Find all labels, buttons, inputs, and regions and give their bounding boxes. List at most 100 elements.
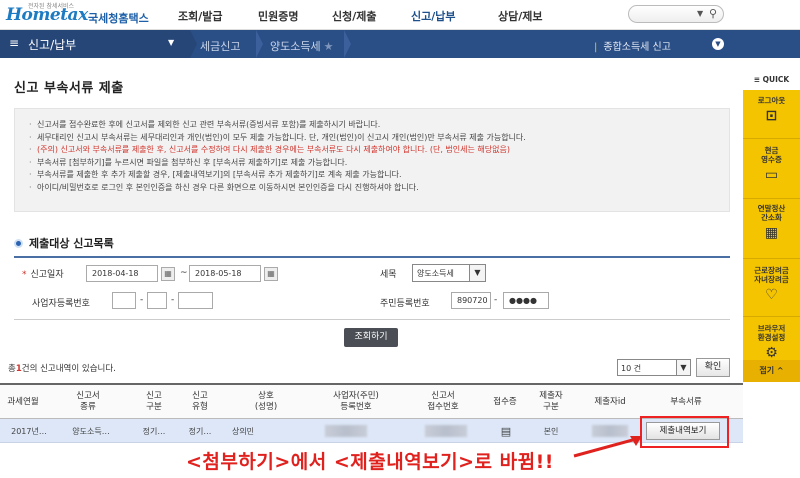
tax-select-value: 양도소득세 [417,269,454,278]
nav-item-lookup[interactable]: 조회/발급 [178,8,223,24]
breadcrumb-capital-gains-label: 양도소득세 [270,40,321,53]
info-box: 신고서를 접수완료한 후에 신고서를 제외한 신고 관련 부속서류(증빙서류 포… [14,108,730,212]
page-size-value: 10 건 [621,364,642,373]
cell-submitter-type: 본인 [543,426,559,436]
nav-item-consult[interactable]: 상담/제보 [498,8,543,24]
dash: - [494,295,498,305]
annotation-text: <첨부하기>에서 <제출내역보기>로 바뀜!! [186,451,554,473]
quick-browser-settings[interactable]: 브라우저 환경설정 ⚙ [745,324,798,361]
search-dropdown-icon[interactable]: ▼ [697,9,703,18]
query-button[interactable]: 조회하기 [344,328,398,347]
col-receipt: 접수증 [493,396,517,407]
rrn-front-input[interactable]: 890720 [451,292,491,309]
info-item: (주의) 신고서와 부속서류를 제출한 후, 신고서를 수정하여 다시 제출한 … [29,144,526,157]
col-period: 과세연월 [7,396,39,407]
chevron-down-icon[interactable]: ▼ [712,38,724,50]
menu-bar: ≡ 신고/납부 ▼ 세금신고 양도소득세 ★ | 종합소득세 신고 ▼ [0,30,800,58]
quick-divider [743,198,800,199]
top-header: 전자된 참세서비스 Hometax 국세청홈택스 조회/발급 민원증명 신청/제… [0,0,800,30]
bizno-input-3[interactable] [178,292,213,309]
dash: - [140,295,144,305]
col-form-type: 신고서 종류 [76,391,100,412]
quick-divider [743,316,800,317]
page-title: 신고 부속서류 제출 [14,81,124,96]
hamburger-icon: ≡ [9,36,20,50]
search-form: * 신고일자 2018-04-18 ▦ ~ 2018-05-18 ▦ 세목 양도소… [14,256,730,320]
rrn-back-input[interactable]: ●●●● [503,292,549,309]
col-attachments: 부속서류 [670,396,702,407]
annotation-arrow-icon [573,436,642,458]
highlight-box [640,416,729,448]
favorite-star-icon[interactable]: ★ [324,40,334,53]
tax-label: 세목 [380,270,397,280]
cell-filing-type: 정기… [188,426,212,436]
nav-item-apply[interactable]: 신청/제출 [332,8,377,24]
cell-category: 정기… [142,426,166,436]
quick-incentive[interactable]: 근로장려금 자녀장려금 ♡ [745,266,798,303]
heart-icon: ♡ [765,287,778,303]
quick-collapse-button[interactable]: 접기 ^ [743,360,800,382]
unlock-icon: ⊡ [765,108,778,124]
search-icon[interactable]: ⚲ [709,7,717,20]
receipt-icon: ▭ [764,167,779,183]
date-to-input[interactable]: 2018-05-18 [189,265,261,282]
required-mark: * [22,270,27,280]
result-count: 총1건의 신고내역이 있습니다. [8,362,116,374]
bizno-label: 사업자등록번호 [32,299,90,309]
masked-receipt-no [425,425,467,437]
cell-name: 상의민 [231,426,255,436]
count-prefix: 총 [8,364,16,374]
rrn-back-value: ●●●● [509,296,537,305]
calendar-icon[interactable]: ▦ [264,267,278,281]
nav-item-certificates[interactable]: 민원증명 [258,8,298,24]
section-title-text: 제출대상 신고목록 [29,237,114,250]
cell-regno [316,419,376,443]
col-regno: 사업자(주민) 등록번호 [333,391,379,412]
bizno-input-1[interactable] [112,292,136,309]
cell-receipt-no [416,419,476,443]
col-name: 상호 (성명) [254,391,278,412]
gear-icon: ⚙ [765,345,778,361]
page-size-select[interactable]: 10 건 ▼ [617,359,691,376]
quick-year-end[interactable]: 연말정산 간소화 ▦ [745,204,798,241]
search-box[interactable]: ▼ ⚲ [628,5,724,23]
col-filing-type: 신고 유형 [192,391,208,412]
quick-cash-receipt[interactable]: 현금 영수증 ▭ [745,146,798,183]
document-icon: ▦ [764,225,779,241]
breadcrumb-tax-report[interactable]: 세금신고 [200,38,240,54]
quick-divider [743,258,800,259]
col-submitter-type: 제출자 구분 [539,391,563,412]
date-label: * 신고일자 [22,267,64,280]
bizno-input-2[interactable] [147,292,167,309]
chevron-down-icon: ▼ [676,360,690,375]
rrn-label: 주민등록번호 [380,299,430,309]
date-range-tilde: ~ [180,268,188,278]
date-from-input[interactable]: 2018-04-18 [86,265,158,282]
quick-menu-title: ≡ QUICK [753,75,790,84]
cell-period: 2017년… [11,426,47,436]
rolling-notice[interactable]: | 종합소득세 신고 [594,38,671,53]
quick-menu: ≡ QUICK 로그아웃 ⊡ 현금 영수증 ▭ 연말정산 간소화 ▦ 근로장려금 자녀… [743,72,800,382]
notice-text: 종합소득세 신고 [603,42,671,53]
ok-button[interactable]: 확인 [696,358,730,377]
quick-logout-label: 로그아웃 [757,96,786,105]
quick-logout[interactable]: 로그아웃 ⊡ [745,96,798,124]
calendar-icon[interactable]: ▦ [161,267,175,281]
breadcrumb-separator [344,30,351,58]
tax-select[interactable]: 양도소득세 ▼ [412,264,486,282]
info-item: 신고서를 접수완료한 후에 신고서를 제외한 신고 관련 부속서류(증빙서류 포… [29,119,526,132]
breadcrumb-separator [190,30,197,58]
info-list: 신고서를 접수완료한 후에 신고서를 제외한 신고 관련 부속서류(증빙서류 포… [29,119,526,195]
col-category: 신고 구분 [146,391,162,412]
info-item: 아이디/비밀번호로 로그인 후 본인인증을 하신 경우 다른 화면으로 이동하시… [29,182,526,195]
quick-incentive-label: 근로장려금 자녀장려금 [754,266,789,284]
info-item: 부속서류를 제출한 후 추가 제출할 경우, [제출내역보기]의 [부속서류 추… [29,169,526,182]
col-submitter-id: 제출자id [594,396,626,407]
quick-cash-receipt-label: 현금 영수증 [761,146,782,164]
nav-item-filing[interactable]: 신고/납부 [411,8,456,24]
printer-icon[interactable]: ▤ [494,419,518,443]
main-menu-button[interactable]: ≡ 신고/납부 ▼ [0,30,190,58]
dash: - [171,295,175,305]
breadcrumb-capital-gains[interactable]: 양도소득세 ★ [270,38,333,54]
caret-down-icon: ▼ [168,38,175,47]
